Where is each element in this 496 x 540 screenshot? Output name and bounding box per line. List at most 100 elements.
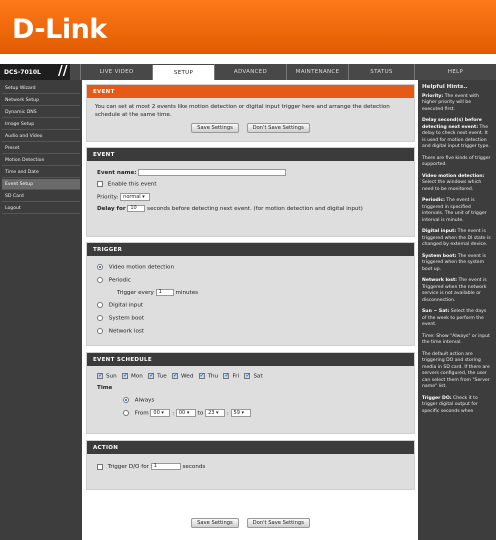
schedule-to-label: to [197, 410, 204, 417]
sidebar-item-sd-card[interactable]: SD Card [2, 191, 80, 202]
sidebar-item-preset[interactable]: Preset [2, 143, 80, 154]
to-minute-select[interactable]: 59 ▾ [230, 409, 251, 417]
dont-save-settings-button-bottom[interactable]: Don't Save Settings [246, 518, 310, 528]
to-hour-value: 23 [208, 410, 215, 416]
schedule-from-radio[interactable] [123, 410, 129, 416]
trigger-network-radio[interactable] [97, 328, 103, 334]
trigger-motion-radio[interactable] [97, 264, 103, 270]
trigger-do-unit: seconds [182, 464, 206, 470]
delay-suffix: seconds before detecting next event. (fo… [147, 206, 363, 212]
help-paragraph: Sun ~ Sat: Select the days of the week t… [422, 309, 492, 329]
tab-setup[interactable]: SETUP [152, 65, 214, 80]
trigger-do-input[interactable]: 1 [150, 463, 181, 470]
sidebar-item-setup-wizard[interactable]: Setup Wizard [2, 83, 80, 94]
help-term: System boot: [422, 253, 457, 259]
event-name-input[interactable] [138, 169, 287, 176]
help-term: Video motion detection: [422, 173, 485, 179]
trigger-do-row: Trigger D/O for 1 seconds [97, 463, 205, 470]
sidebar-item-audio-video[interactable]: Audio and Video [2, 131, 80, 142]
help-paragraph: Delay second(s) before detecting next ev… [422, 118, 492, 151]
help-paragraph: System boot: The event is triggered when… [422, 254, 492, 274]
action-section-title: ACTION [87, 441, 414, 454]
sidebar-item-network-setup[interactable]: Network Setup [2, 95, 80, 106]
header-banner: D-Link [0, 0, 496, 54]
day-wed-checkbox[interactable] [172, 373, 179, 379]
schedule-always-radio[interactable] [123, 397, 129, 403]
sidebar: Setup Wizard Network Setup Dynamic DNS I… [0, 80, 82, 540]
trigger-do-checkbox[interactable] [97, 463, 103, 470]
help-text: The default action are triggering DO and… [422, 351, 490, 390]
save-settings-button-top[interactable]: Save Settings [191, 123, 239, 133]
to-hour-select[interactable]: 23 ▾ [205, 409, 226, 417]
sidebar-item-motion-detection[interactable]: Motion Detection [2, 155, 80, 166]
help-term: Trigger DO: [422, 395, 452, 401]
trigger-boot-radio[interactable] [97, 315, 103, 321]
help-panel: Helpful Hints.. Priority: The event with… [418, 80, 496, 540]
tab-maintenance[interactable]: MAINTENANCE [286, 64, 348, 80]
enable-event-checkbox[interactable] [97, 181, 103, 187]
trigger-every-unit: minutes [175, 290, 199, 296]
help-term: Sun ~ Sat: [422, 309, 450, 314]
sidebar-item-logout[interactable]: Logout [2, 203, 80, 214]
tab-live-video[interactable]: LIVE VIDEO [80, 64, 152, 80]
intro-title: EVENT [87, 85, 414, 98]
sidebar-item-event-setup[interactable]: Event Setup [2, 179, 80, 190]
sidebar-item-time-date[interactable]: Time and Date [2, 167, 80, 178]
dont-save-settings-button-top[interactable]: Don't Save Settings [246, 123, 310, 133]
help-text: Time: Show "Always" or input the time in… [422, 333, 490, 346]
event-name-label: Event name: [97, 170, 137, 176]
day-thu-checkbox[interactable] [198, 373, 205, 379]
help-term: Digital input: [422, 229, 457, 234]
schedule-always-label: Always [134, 397, 155, 404]
help-paragraph: Video motion detection: Select the windo… [422, 174, 492, 194]
sidebar-item-dynamic-dns[interactable]: Dynamic DNS [2, 107, 80, 118]
day-mon-checkbox[interactable] [122, 373, 128, 379]
day-tue-label: Tue [157, 373, 167, 380]
trigger-do-label: Trigger D/O for [107, 464, 149, 470]
help-paragraph: Digital input: The event is triggered wh… [422, 229, 492, 249]
help-term: Priority: [422, 93, 444, 99]
trigger-panel: TRIGGER Video motion detection Periodic … [86, 242, 415, 346]
from-minute-select[interactable]: 00 ▾ [175, 409, 196, 417]
trigger-digital-label: Digital input [108, 302, 144, 309]
day-tue-checkbox[interactable] [148, 373, 155, 379]
trigger-every-input[interactable]: 1 [155, 289, 174, 296]
delay-input[interactable]: 10 [127, 205, 146, 212]
help-paragraph: Network lost: The event is Triggered whe… [422, 278, 492, 304]
save-settings-button-bottom[interactable]: Save Settings [191, 518, 239, 528]
trigger-option-periodic: Periodic [97, 277, 131, 284]
help-paragraph: The default action are triggering DO and… [422, 352, 492, 391]
schedule-panel: EVENT SCHEDULE Sun Mon Tue Wed Thu Fri S… [86, 352, 415, 434]
from-hour-select[interactable]: 00 ▾ [150, 409, 171, 417]
day-mon-label: Mon [131, 373, 143, 380]
trigger-network-label: Network lost [108, 328, 144, 335]
help-paragraph: Periodic: The event is triggered in spec… [422, 198, 492, 224]
trigger-option-motion: Video motion detection [97, 264, 174, 271]
trigger-option-digital: Digital input [97, 302, 143, 309]
intro-text: You can set at most 2 events like motion… [95, 104, 390, 118]
trigger-every-row: Trigger every 1 minutes [117, 289, 198, 296]
schedule-from-row: From 00 ▾ : 00 ▾ to 23 ▾ : 59 ▾ [123, 409, 251, 417]
help-paragraph: Priority: The event with higher priority… [422, 94, 492, 114]
priority-select[interactable]: normal ▾ [120, 193, 151, 201]
tab-status[interactable]: STATUS [348, 64, 414, 80]
trigger-periodic-label: Periodic [108, 277, 131, 284]
trigger-periodic-radio[interactable] [97, 277, 103, 283]
day-sat-label: Sat [253, 373, 263, 380]
enable-event-label: Enable this event [107, 181, 157, 188]
help-text: There are five kinds of trigger supporte… [422, 155, 491, 168]
tab-advanced[interactable]: ADVANCED [214, 64, 286, 80]
day-sat-checkbox[interactable] [244, 373, 251, 379]
sidebar-item-image-setup[interactable]: Image Setup [2, 119, 80, 130]
trigger-digital-radio[interactable] [97, 302, 103, 308]
bottom-buttons: Save Settings Don't Save Settings [86, 518, 415, 528]
event-section-title: EVENT [87, 148, 414, 161]
from-hour-value: 00 [153, 410, 160, 416]
day-fri-checkbox[interactable] [223, 373, 230, 379]
trigger-section-title: TRIGGER [87, 243, 414, 256]
day-sun-checkbox[interactable] [97, 373, 103, 379]
tab-help[interactable]: HELP [414, 64, 496, 80]
main-content: EVENT You can set at most 2 events like … [86, 84, 415, 540]
schedule-days-row: Sun Mon Tue Wed Thu Fri Sat [97, 373, 263, 380]
day-thu-label: Thu [207, 373, 219, 380]
